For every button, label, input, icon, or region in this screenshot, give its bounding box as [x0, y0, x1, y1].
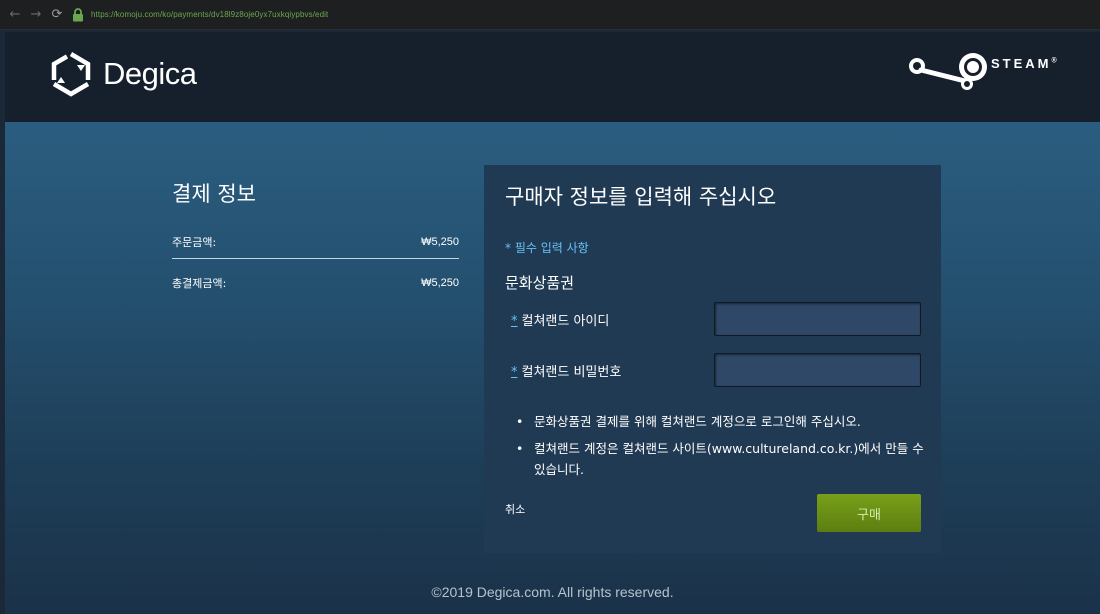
address-bar-url[interactable]: https://komoju.com/ko/payments/dv18l9z8o… [91, 10, 328, 19]
arrow-left-icon[interactable]: ← [6, 6, 24, 24]
lock-icon [69, 6, 87, 24]
list-item: 문화상품권 결제를 위해 컬쳐랜드 계정으로 로그인해 주십시오. [514, 411, 924, 432]
order-amount-label: 주문금액: [172, 236, 217, 249]
total-amount-label: 총결제금액: [172, 277, 227, 290]
cultureland-password-label: * 컬쳐랜드 비밀번호 [511, 364, 622, 380]
cultureland-id-row: * 컬쳐랜드 아이디 [511, 301, 921, 337]
browser-toolbar: ← → ⟳ https://komoju.com/ko/payments/dv1… [0, 0, 1100, 30]
summary-divider [172, 258, 459, 259]
cultureland-password-input[interactable] [714, 353, 921, 387]
degica-logo-icon [51, 52, 91, 97]
list-item: 컬쳐랜드 계정은 컬쳐랜드 사이트(www.cultureland.co.kr.… [514, 438, 924, 480]
footer-copyright: ©2019 Degica.com. All rights reserved. [431, 584, 674, 600]
buy-button[interactable]: 구매 [817, 494, 921, 532]
order-amount-row: 주문금액: ₩5,250 [172, 230, 459, 254]
degica-logo[interactable]: Degica [47, 50, 197, 98]
steam-icon [909, 53, 987, 90]
payment-method-title: 문화상품권 [505, 274, 575, 292]
total-amount-row: 총결제금액: ₩5,250 [172, 271, 459, 295]
buyer-info-form: 구매자 정보를 입력해 주십시오 * 필수 입력 사항 문화상품권 * 컬쳐랜드 … [484, 165, 941, 553]
cultureland-id-input[interactable] [714, 302, 921, 336]
steam-wordmark: STEAM® [991, 56, 1057, 71]
instructions-list: 문화상품권 결제를 위해 컬쳐랜드 계정으로 로그인해 주십시오. 컬쳐랜드 계… [514, 411, 924, 486]
required-mark: * [511, 364, 518, 380]
required-note: * 필수 입력 사항 [505, 241, 589, 255]
arrow-right-icon[interactable]: → [27, 6, 45, 24]
site-header: Degica STEAM® [5, 32, 1100, 122]
form-title: 구매자 정보를 입력해 주십시오 [505, 185, 777, 209]
cultureland-password-row: * 컬쳐랜드 비밀번호 [511, 352, 921, 388]
cancel-link[interactable]: 취소 [505, 501, 525, 517]
payment-summary: 결제 정보 주문금액: ₩5,250 총결제금액: ₩5,250 [172, 178, 459, 295]
steam-logo: STEAM® [903, 50, 1057, 94]
summary-title: 결제 정보 [172, 182, 256, 206]
logo-text: Degica [103, 56, 197, 91]
order-amount-value: ₩5,250 [421, 236, 459, 248]
required-mark: * [511, 313, 518, 329]
reload-icon[interactable]: ⟳ [48, 6, 66, 24]
main-content: 결제 정보 주문금액: ₩5,250 총결제금액: ₩5,250 구매자 정보를… [5, 122, 1100, 614]
cultureland-id-label: * 컬쳐랜드 아이디 [511, 313, 610, 329]
total-amount-value: ₩5,250 [421, 277, 459, 289]
